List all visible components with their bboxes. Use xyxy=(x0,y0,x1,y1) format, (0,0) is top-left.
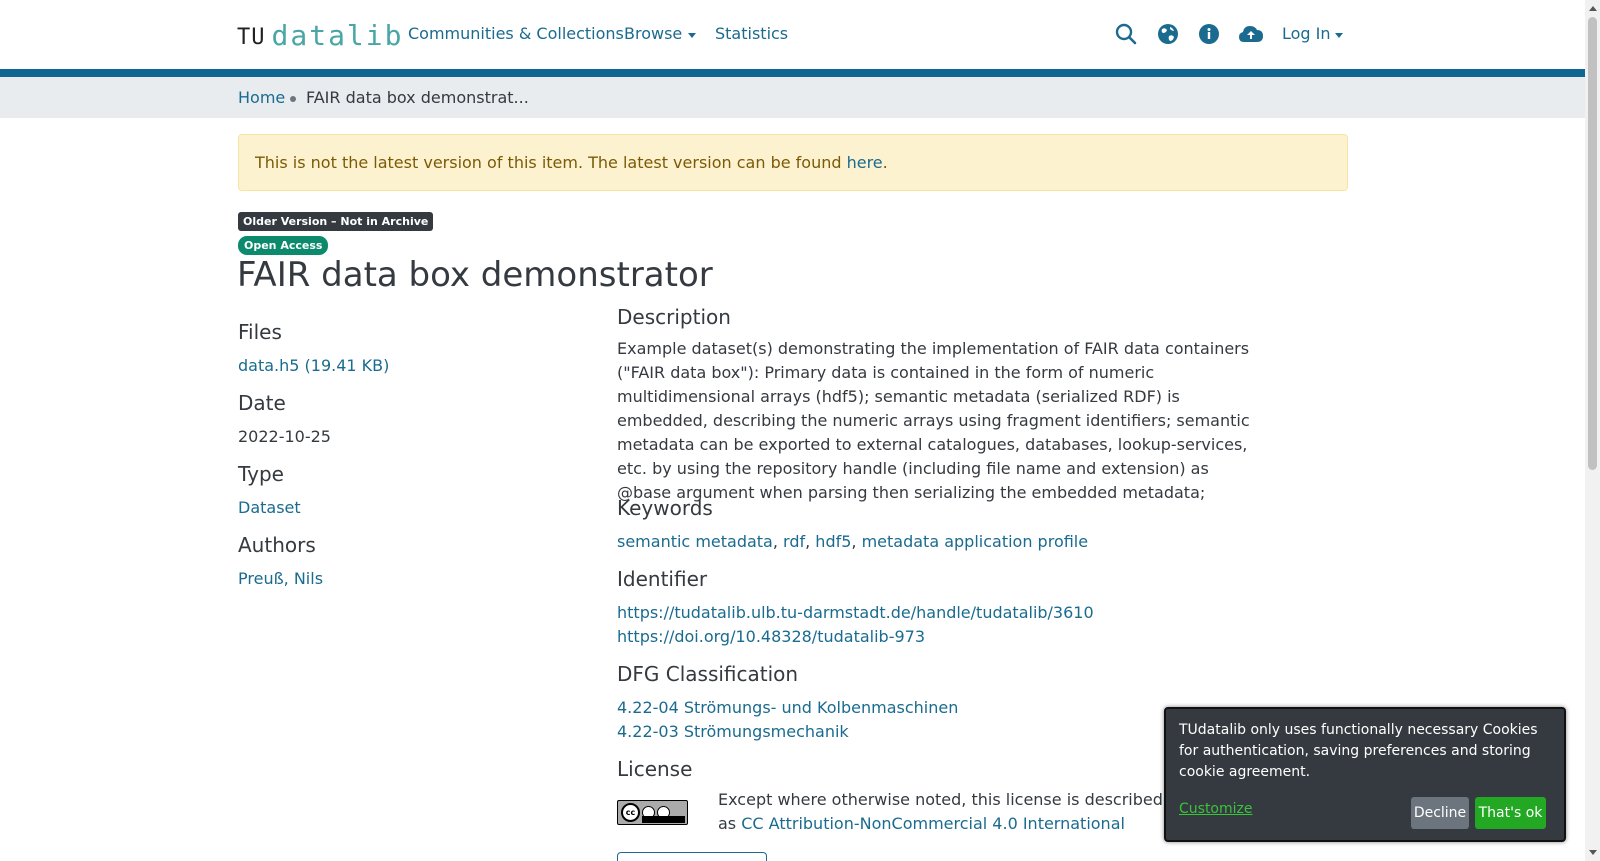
keyword-link[interactable]: rdf xyxy=(783,532,805,551)
page-scrollbar[interactable] xyxy=(1585,0,1600,861)
version-alert: This is not the latest version of this i… xyxy=(238,134,1348,191)
search-icon[interactable] xyxy=(1114,22,1138,46)
header-accent-bar xyxy=(0,69,1585,77)
dfg-link[interactable]: 4.22-03 Strömungsmechanik xyxy=(617,722,849,741)
keyword-link[interactable]: metadata application profile xyxy=(862,532,1089,551)
license-heading: License xyxy=(617,757,693,781)
authors-heading: Authors xyxy=(238,533,316,557)
nav-browse[interactable]: Browse xyxy=(624,24,697,43)
open-access-badge: Open Access xyxy=(238,236,329,255)
cookie-accept-button[interactable]: That's ok xyxy=(1475,797,1546,829)
description-text: Example dataset(s) demonstrating the imp… xyxy=(617,339,1250,502)
identifier-heading: Identifier xyxy=(617,567,708,591)
breadcrumb-separator xyxy=(290,96,296,102)
dfg-link[interactable]: 4.22-04 Strömungs- und Kolbenmaschinen xyxy=(617,698,958,717)
older-version-badge: Older Version – Not in Archive xyxy=(238,212,434,231)
chevron-down-icon xyxy=(1334,32,1343,38)
files-heading: Files xyxy=(238,320,282,344)
dfg-heading: DFG Classification xyxy=(617,662,799,686)
keyword-link[interactable]: hdf5 xyxy=(815,532,851,551)
chevron-down-icon xyxy=(688,32,697,38)
alert-latest-link[interactable]: here xyxy=(847,153,883,172)
cookie-customize-link[interactable]: Customize xyxy=(1179,801,1253,817)
breadcrumb-home[interactable]: Home xyxy=(238,88,285,107)
breadcrumb-current: FAIR data box demonstrat... xyxy=(306,88,529,107)
scroll-thumb[interactable] xyxy=(1588,17,1597,470)
scroll-down-icon[interactable] xyxy=(1589,850,1597,855)
cloud-upload-icon[interactable] xyxy=(1237,22,1265,46)
file-download-link[interactable]: data.h5 (19.41 KB) xyxy=(238,356,389,375)
login-label: Log In xyxy=(1282,24,1331,43)
date-value: 2022-10-25 xyxy=(238,427,331,446)
identifier-handle-link[interactable]: https://tudatalib.ulb.tu-darmstadt.de/ha… xyxy=(617,603,1094,622)
logo-tu: TU xyxy=(237,25,266,50)
site-logo[interactable]: TU datalib xyxy=(237,19,404,52)
keywords-heading: Keywords xyxy=(617,496,713,520)
cookie-banner: TUdatalib only uses functionally necessa… xyxy=(1164,707,1566,842)
breadcrumb: Home FAIR data box demonstrat... xyxy=(0,77,1585,118)
description-heading: Description xyxy=(617,305,731,329)
cc-license-icon[interactable]: cc xyxy=(617,800,688,825)
info-icon[interactable] xyxy=(1197,22,1221,46)
logo-datalib: datalib xyxy=(271,19,404,52)
license-link[interactable]: CC Attribution-NonCommercial 4.0 Interna… xyxy=(741,814,1125,833)
nav-communities-collections[interactable]: Communities & Collections xyxy=(408,24,624,43)
identifier-doi-link[interactable]: https://doi.org/10.48328/tudatalib-973 xyxy=(617,627,925,646)
author-link[interactable]: Preuß, Nils xyxy=(238,569,323,588)
cc-logo: cc xyxy=(621,803,640,822)
cc-label-strip xyxy=(642,816,685,823)
keywords-list: semantic metadata, rdf, hdf5, metadata a… xyxy=(617,532,1089,551)
full-item-button[interactable] xyxy=(617,852,767,861)
site-header: TU datalib Communities & Collections Bro… xyxy=(0,0,1585,69)
date-heading: Date xyxy=(238,391,286,415)
type-heading: Type xyxy=(238,462,284,486)
type-link[interactable]: Dataset xyxy=(238,498,301,517)
nav-browse-label: Browse xyxy=(624,24,683,43)
keyword-link[interactable]: semantic metadata xyxy=(617,532,773,551)
alert-suffix: . xyxy=(882,153,888,172)
cookie-text: TUdatalib only uses functionally necessa… xyxy=(1179,722,1538,780)
login-dropdown[interactable]: Log In xyxy=(1282,24,1343,43)
license-text: Except where otherwise noted, this licen… xyxy=(718,788,1178,836)
alert-text: This is not the latest version of this i… xyxy=(255,153,847,172)
nav-statistics[interactable]: Statistics xyxy=(715,24,788,43)
cookie-decline-button[interactable]: Decline xyxy=(1411,797,1469,829)
page-title: FAIR data box demonstrator xyxy=(237,255,713,295)
scroll-up-icon[interactable] xyxy=(1589,6,1597,11)
globe-icon[interactable] xyxy=(1156,22,1180,46)
